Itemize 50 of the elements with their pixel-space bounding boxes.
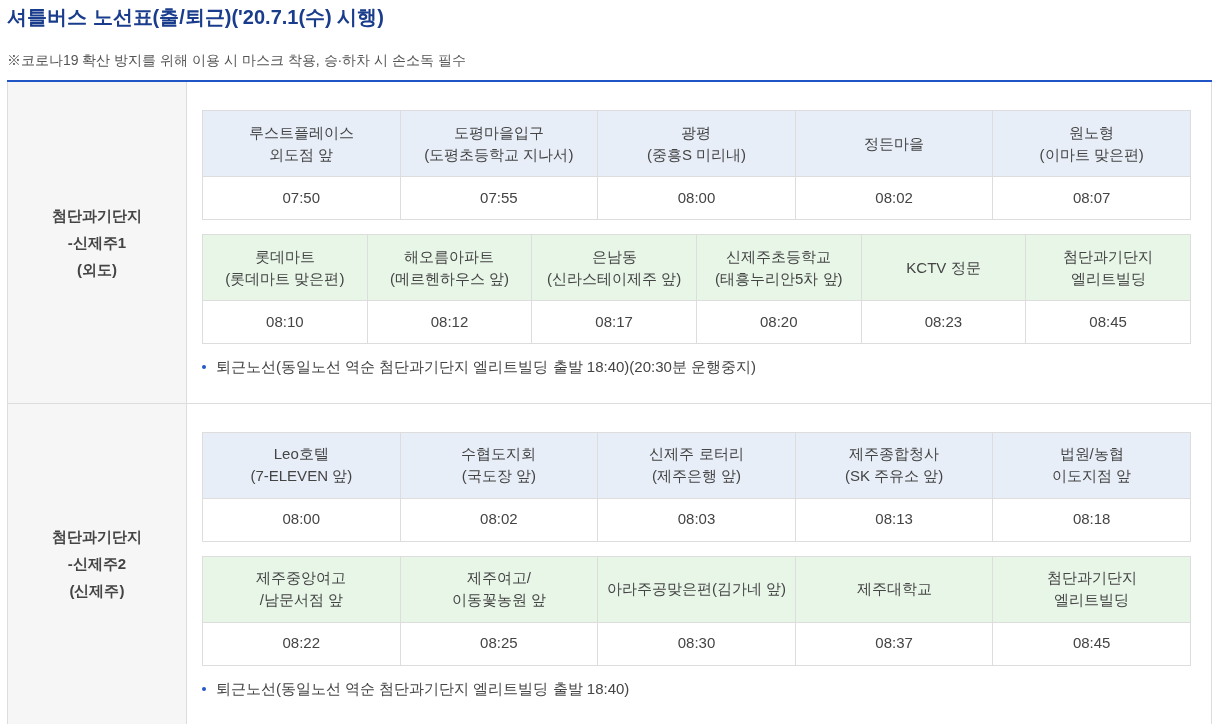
stop-name-cell: 롯데마트 (롯데마트 맞은편) <box>202 234 368 301</box>
stop-name-cell: 은남동 (신라스테이제주 앞) <box>531 234 697 301</box>
departure-time-cell: 08:07 <box>992 176 1191 220</box>
departure-time-cell: 08:20 <box>696 300 862 344</box>
stop-name-cell: 신제주초등학교 (태흥누리안5차 앞) <box>696 234 862 301</box>
departure-time-cell: 08:00 <box>597 176 796 220</box>
departure-time-cell: 08:23 <box>861 300 1026 344</box>
departure-time-cell: 08:00 <box>202 498 401 541</box>
stop-name-cell: 도평마을입구 (도평초등학교 지나서) <box>400 110 598 177</box>
stop-name-cell: 법원/농협 이도지점 앞 <box>992 432 1191 498</box>
departure-time-cell: 08:12 <box>367 300 532 344</box>
stop-name-cell: 루스트플레이스 외도점 앞 <box>202 110 401 177</box>
notice-text: ※코로나19 확산 방지를 위해 이용 시 마스크 착용, 승·하차 시 손소독 필수 <box>7 51 467 70</box>
departure-time-cell: 07:55 <box>400 176 598 220</box>
stop-name-cell: 제주대학교 <box>795 556 993 622</box>
stop-name-cell: 광평 (중흥S 미리내) <box>597 110 796 177</box>
departure-time-cell: 08:45 <box>992 622 1191 665</box>
stop-name-cell: 제주여고/ 이동꽃농원 앞 <box>400 556 598 622</box>
departure-time-cell: 08:03 <box>597 498 796 541</box>
stop-name-cell: 원노형 (이마트 맞은편) <box>992 110 1191 177</box>
stop-name-cell: KCTV 정문 <box>861 234 1026 301</box>
stop-name-cell: 수협도지회 (국도장 앞) <box>400 432 598 498</box>
departure-time-cell: 08:25 <box>400 622 598 665</box>
stop-name-cell: 첨단과기단지 엘리트빌딩 <box>1025 234 1191 301</box>
departure-time-cell: 08:22 <box>202 622 401 665</box>
departure-time-cell: 08:18 <box>992 498 1191 541</box>
stop-name-cell: 제주종합청사 (SK 주유소 앞) <box>795 432 993 498</box>
stop-name-cell: 해오름아파트 (메르헨하우스 앞) <box>367 234 532 301</box>
departure-time-cell: 08:10 <box>202 300 368 344</box>
route-note: 퇴근노선(동일노선 역순 첨단과기단지 엘리트빌딩 출발 18:40) <box>216 678 630 699</box>
stop-name-cell: 정든마을 <box>795 110 993 177</box>
departure-time-cell: 08:37 <box>795 622 993 665</box>
departure-time-cell: 08:02 <box>400 498 598 541</box>
stop-name-cell: 첨단과기단지 엘리트빌딩 <box>992 556 1191 622</box>
stop-name-cell: Leo호텔 (7-ELEVEN 앞) <box>202 432 401 498</box>
stop-name-cell: 신제주 로터리 (제주은행 앞) <box>597 432 796 498</box>
departure-time-cell: 08:02 <box>795 176 993 220</box>
departure-time-cell: 08:17 <box>531 300 697 344</box>
stop-name-cell: 아라주공맞은편(김가네 앞) <box>597 556 796 622</box>
route-note: 퇴근노선(동일노선 역순 첨단과기단지 엘리트빌딩 출발 18:40)(20:30분 운행중지) <box>216 357 757 377</box>
route-name: 첨단과기단지 -신제주2 (신제주) <box>52 527 142 602</box>
bullet-icon <box>202 365 206 370</box>
departure-time-cell: 08:13 <box>795 498 993 541</box>
stop-name-cell: 제주중앙여고 /남문서점 앞 <box>202 556 401 622</box>
page-title: 셔틀버스 노선표(출/퇴근)('20.7.1(수) 시행) <box>7 5 385 30</box>
departure-time-cell: 08:45 <box>1025 300 1191 344</box>
route-name: 첨단과기단지 -신제주1 (외도) <box>52 205 142 280</box>
bullet-icon <box>202 686 206 691</box>
departure-time-cell: 08:30 <box>597 622 796 665</box>
departure-time-cell: 07:50 <box>202 176 401 220</box>
